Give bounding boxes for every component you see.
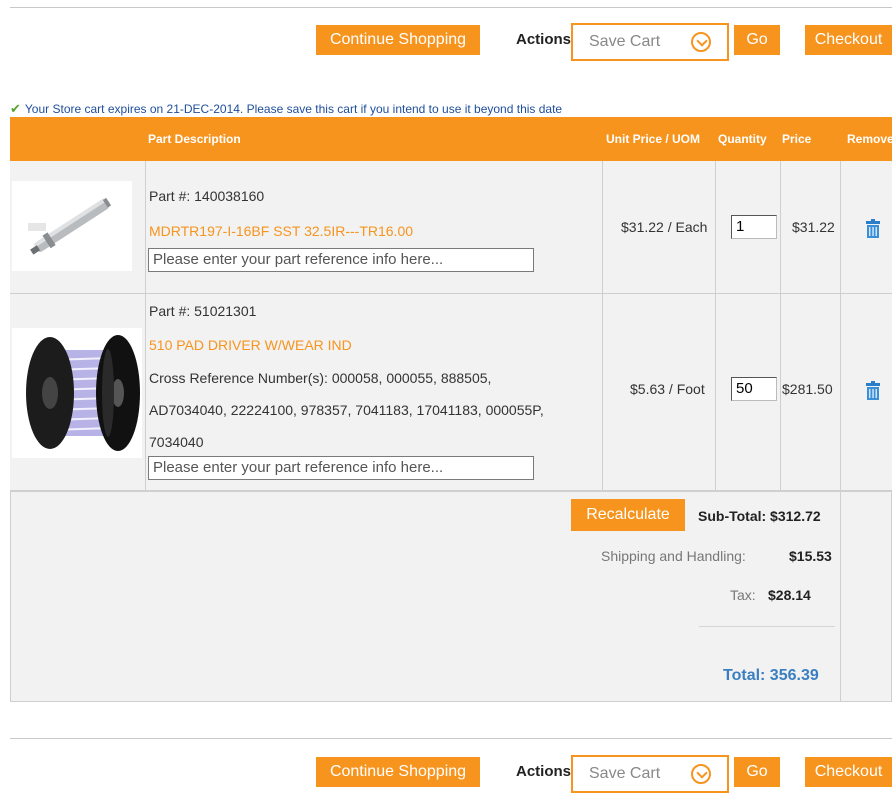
- product-image: [12, 328, 142, 458]
- action-bar-bottom: Continue Shopping Actions Save Cart Go C…: [0, 755, 892, 795]
- grand-total: Total: 356.39: [723, 667, 819, 684]
- trash-icon[interactable]: [865, 381, 881, 401]
- chevron-down-icon: [691, 764, 711, 784]
- checkout-button[interactable]: Checkout: [805, 757, 892, 787]
- header-quantity: Quantity: [718, 132, 767, 146]
- continue-shopping-button[interactable]: Continue Shopping: [316, 25, 480, 55]
- cross-reference-text: Cross Reference Number(s): 000058, 00005…: [149, 370, 492, 386]
- checkmark-icon: ✔: [10, 101, 21, 116]
- part-number: Part #: 51021301: [149, 303, 257, 319]
- shipping-value: $15.53: [789, 548, 832, 564]
- save-cart-select[interactable]: Save Cart: [571, 755, 729, 793]
- column-separator: [840, 161, 841, 702]
- column-separator: [780, 161, 781, 490]
- top-divider: [10, 7, 892, 8]
- line-price: $281.50: [782, 381, 833, 397]
- recalculate-button[interactable]: Recalculate: [571, 499, 685, 531]
- cart-table: Part Description Unit Price / UOM Quanti…: [10, 117, 892, 703]
- column-separator: [715, 161, 716, 490]
- go-button[interactable]: Go: [734, 25, 780, 55]
- tax-label: Tax:: [730, 587, 756, 603]
- table-header: Part Description Unit Price / UOM Quanti…: [10, 117, 892, 161]
- totals-divider: [699, 626, 835, 627]
- cross-reference-text: AD7034040, 22224100, 978357, 7041183, 17…: [149, 402, 544, 418]
- subtotal: Sub-Total: $312.72: [698, 508, 821, 524]
- actions-label: Actions: [516, 763, 572, 780]
- part-reference-input[interactable]: Please enter your part reference info he…: [148, 456, 534, 480]
- chevron-down-icon: [691, 32, 711, 52]
- column-separator: [145, 161, 146, 490]
- cross-reference-text: 7034040: [149, 434, 204, 450]
- trash-icon[interactable]: [865, 219, 881, 239]
- totals-section: Recalculate Sub-Total: $312.72 Shipping …: [10, 491, 892, 702]
- part-reference-input[interactable]: Please enter your part reference info he…: [148, 248, 534, 272]
- header-price: Price: [782, 132, 812, 146]
- part-number: Part #: 140038160: [149, 188, 265, 204]
- checkout-button[interactable]: Checkout: [805, 25, 892, 55]
- action-bar-top: Continue Shopping Actions Save Cart Go C…: [0, 23, 892, 63]
- continue-shopping-button[interactable]: Continue Shopping: [316, 757, 480, 787]
- shipping-label: Shipping and Handling:: [601, 548, 746, 564]
- column-separator: [602, 161, 603, 490]
- unit-price: $5.63 / Foot: [630, 381, 705, 397]
- actions-label: Actions: [516, 31, 572, 48]
- save-cart-select[interactable]: Save Cart: [571, 23, 729, 61]
- expiry-text: Your Store cart expires on 21-DEC-2014. …: [24, 102, 563, 116]
- product-image: [12, 181, 132, 271]
- table-row: Part #: 140038160 MDRTR197-I-16BF SST 32…: [10, 161, 892, 294]
- quantity-input[interactable]: 1: [731, 215, 777, 239]
- bottom-divider: [10, 738, 892, 739]
- part-title-link[interactable]: 510 PAD DRIVER W/WEAR IND: [149, 337, 352, 353]
- save-cart-label: Save Cart: [589, 33, 661, 50]
- unit-price: $31.22 / Each: [621, 219, 708, 235]
- header-unit-price: Unit Price / UOM: [606, 132, 701, 146]
- line-price: $31.22: [792, 219, 835, 235]
- table-row: Part #: 51021301 510 PAD DRIVER W/WEAR I…: [10, 294, 892, 491]
- tax-value: $28.14: [768, 587, 811, 603]
- part-title-link[interactable]: MDRTR197-I-16BF SST 32.5IR---TR16.00: [149, 223, 413, 239]
- quantity-input[interactable]: 50: [731, 377, 777, 401]
- header-remove: Remove: [847, 132, 892, 146]
- cart-expiry-notice: ✔ Your Store cart expires on 21-DEC-2014.…: [10, 101, 562, 117]
- header-part-description: Part Description: [148, 132, 241, 146]
- go-button[interactable]: Go: [734, 757, 780, 787]
- save-cart-label: Save Cart: [589, 765, 661, 782]
